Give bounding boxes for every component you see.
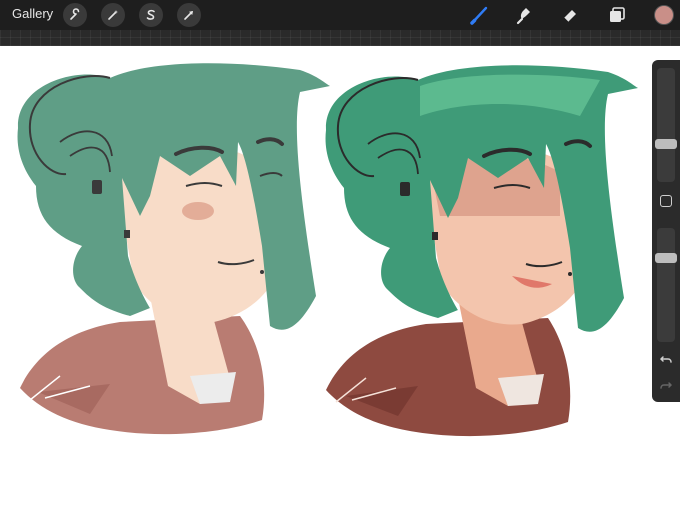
opacity-thumb[interactable] — [655, 253, 677, 263]
redo-icon[interactable] — [659, 378, 673, 392]
side-toolbar — [652, 60, 680, 402]
modify-button[interactable] — [660, 195, 672, 207]
layers-icon — [610, 7, 625, 22]
paint-tool-button[interactable] — [467, 3, 493, 27]
drawing-canvas[interactable] — [0, 46, 680, 510]
eraser-tool-button[interactable] — [557, 3, 583, 27]
artwork-right-shaded — [325, 65, 638, 437]
selection-button[interactable] — [139, 3, 163, 27]
eraser-icon — [563, 10, 576, 23]
wrench-icon — [70, 8, 80, 20]
magic-wand-icon — [108, 10, 118, 20]
actions-button[interactable] — [63, 3, 87, 27]
adjustments-button[interactable] — [101, 3, 125, 27]
brush-size-slider[interactable] — [655, 68, 677, 182]
artwork-left-flat — [17, 63, 331, 435]
undo-icon[interactable] — [659, 352, 673, 366]
smudge-icon — [516, 8, 530, 25]
brush-icon — [470, 6, 488, 25]
top-toolbar: Gallery — [0, 0, 680, 30]
brush-size-thumb[interactable] — [655, 139, 677, 149]
transform-button[interactable] — [177, 3, 201, 27]
smudge-tool-button[interactable] — [511, 3, 537, 27]
color-picker-button[interactable] — [654, 5, 674, 25]
layers-button[interactable] — [604, 3, 630, 27]
ruler-strip — [0, 30, 680, 46]
gallery-button[interactable]: Gallery — [12, 6, 53, 21]
opacity-slider[interactable] — [655, 228, 677, 342]
arrow-cursor-icon — [184, 11, 193, 20]
selection-s-icon — [146, 9, 155, 20]
